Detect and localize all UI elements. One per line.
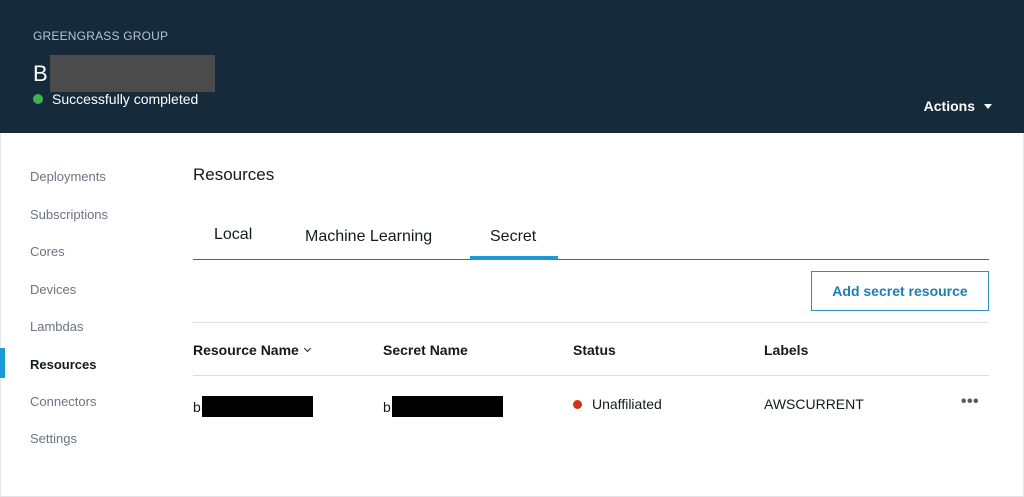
status-text: Unaffiliated xyxy=(592,396,662,412)
actions-dropdown-button[interactable]: Actions xyxy=(924,98,992,114)
group-status: Successfully completed xyxy=(33,91,198,107)
sidebar-item-lambdas[interactable]: Lambdas xyxy=(30,319,83,334)
tab-secret[interactable]: Secret xyxy=(490,228,536,246)
cell-status: Unaffiliated xyxy=(573,396,662,412)
cell-resource-name[interactable]: b xyxy=(193,396,313,417)
more-options-icon: ••• xyxy=(960,393,980,410)
status-success-icon xyxy=(33,94,43,104)
actions-label: Actions xyxy=(923,98,975,114)
page-title: Resources xyxy=(193,165,275,184)
cell-labels: AWSCURRENT xyxy=(764,396,864,412)
group-header: GREENGRASS GROUP B Successfully complete… xyxy=(0,0,1024,133)
tab-local[interactable]: Local xyxy=(214,226,252,244)
content-panel xyxy=(0,133,1024,497)
sidebar-item-subscriptions[interactable]: Subscriptions xyxy=(30,207,108,222)
sidebar-item-deployments[interactable]: Deployments xyxy=(30,169,106,184)
add-secret-resource-button[interactable]: Add secret resource xyxy=(811,271,989,311)
row-actions-button[interactable]: ••• xyxy=(957,394,983,410)
column-header-label: Resource Name xyxy=(193,342,299,358)
sidebar-item-devices[interactable]: Devices xyxy=(30,282,76,297)
group-name-text: B xyxy=(33,60,48,86)
sidebar-item-cores[interactable]: Cores xyxy=(30,244,65,259)
secret-name-text: b xyxy=(383,398,391,415)
group-eyebrow: GREENGRASS GROUP xyxy=(33,29,169,43)
status-error-icon xyxy=(573,399,582,409)
table-header-rule xyxy=(193,375,989,376)
sidebar-item-connectors[interactable]: Connectors xyxy=(30,394,96,409)
resource-name-text: b xyxy=(193,398,201,415)
tab-machine-learning[interactable]: Machine Learning xyxy=(305,228,432,246)
column-header-secret-name: Secret Name xyxy=(383,342,468,358)
redacted-block xyxy=(201,396,313,417)
column-header-labels: Labels xyxy=(764,342,809,358)
chevron-down-icon xyxy=(303,344,311,352)
sidebar-active-indicator xyxy=(0,348,5,378)
tab-active-indicator xyxy=(470,256,558,260)
redacted-block xyxy=(391,396,503,417)
redacted-block xyxy=(49,55,215,92)
table-top-rule xyxy=(193,322,989,323)
caret-down-icon xyxy=(984,103,992,109)
group-status-text: Successfully completed xyxy=(52,91,199,107)
cell-secret-name: b xyxy=(383,396,503,417)
column-header-status: Status xyxy=(573,342,616,358)
tabs-divider xyxy=(193,259,989,260)
sidebar-item-settings[interactable]: Settings xyxy=(30,431,77,446)
column-header-resource-name[interactable]: Resource Name xyxy=(193,342,311,358)
sidebar-item-resources[interactable]: Resources xyxy=(30,357,96,372)
group-name: B xyxy=(33,55,215,92)
